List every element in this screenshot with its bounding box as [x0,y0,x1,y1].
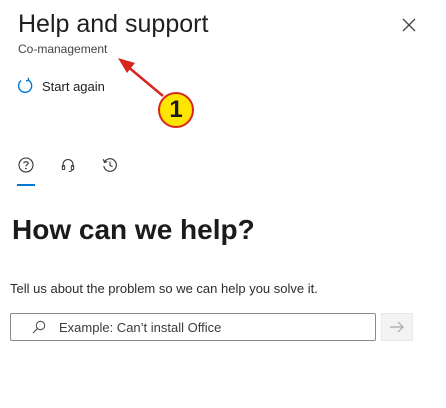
search-input[interactable] [59,315,375,339]
start-again-label: Start again [42,78,105,94]
active-tab-indicator [17,184,35,186]
panel-title: Help and support [18,10,209,38]
close-button[interactable] [398,14,420,36]
arrow-right-icon [390,321,404,333]
tab-contact-support[interactable] [59,156,77,174]
search-submit-button[interactable] [381,313,413,341]
help-description: Tell us about the problem so we can help… [10,281,318,296]
callout-arrow [118,58,164,97]
callout-badge: 1 [158,92,194,128]
refresh-icon [17,77,33,93]
headset-icon [61,159,75,172]
close-icon [402,18,416,32]
search-box[interactable] [10,313,376,341]
search-icon [31,319,47,335]
start-again-button[interactable]: Start again [16,76,105,96]
history-icon [102,158,117,172]
help-heading: How can we help? [12,214,255,245]
tab-help[interactable] [17,156,35,174]
help-question-icon [18,157,34,173]
panel-subtitle: Co-management [18,42,108,56]
tab-history[interactable] [101,156,119,174]
